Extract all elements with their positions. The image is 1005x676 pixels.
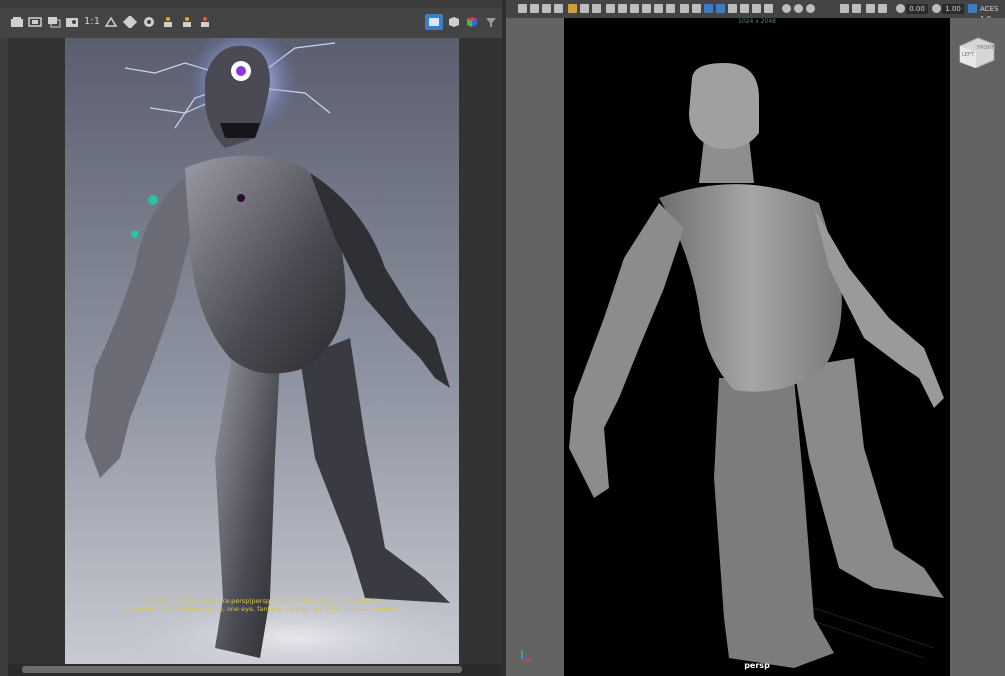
2d-pan-icon[interactable] bbox=[580, 4, 589, 13]
gate-mask-icon[interactable] bbox=[630, 4, 639, 13]
gamma-icon[interactable] bbox=[932, 4, 941, 13]
xray-icon[interactable] bbox=[782, 4, 791, 13]
filter-icon[interactable] bbox=[484, 16, 498, 28]
camera-icon[interactable] bbox=[518, 4, 527, 13]
hud-icon[interactable] bbox=[852, 4, 861, 13]
exposure-icon[interactable] bbox=[123, 16, 137, 28]
color-space-label[interactable]: ACES 1.0 bbox=[980, 4, 1005, 23]
color-management-icon[interactable] bbox=[968, 4, 977, 13]
ipr-stop-icon[interactable] bbox=[198, 16, 212, 28]
lighting-icon[interactable] bbox=[728, 4, 737, 13]
xray-joints-icon[interactable] bbox=[794, 4, 803, 13]
field-chart-icon[interactable] bbox=[642, 4, 651, 13]
render-info-line-2: controlnet: "A terrifying cyclop, one ey… bbox=[123, 605, 401, 613]
lock-camera-icon[interactable] bbox=[530, 4, 539, 13]
grease-pencil-icon[interactable] bbox=[568, 4, 577, 13]
3d-viewport[interactable] bbox=[564, 18, 950, 676]
render-info-line-1: 1024x2048 RGB (Camera:persp|perspShape),… bbox=[145, 597, 379, 605]
ratio-label[interactable]: 1:1 bbox=[84, 16, 100, 27]
render-icon[interactable] bbox=[142, 16, 156, 28]
frame-icon[interactable] bbox=[28, 16, 42, 28]
grid-icon[interactable] bbox=[606, 4, 615, 13]
channel-icon[interactable] bbox=[104, 16, 118, 28]
textured-icon[interactable] bbox=[716, 4, 725, 13]
resolution-gate-icon[interactable] bbox=[618, 4, 627, 13]
view-cube-left-label: LEFT bbox=[962, 52, 974, 58]
exposure-icon[interactable] bbox=[896, 4, 905, 13]
resolution-label: 1024 x 2048 bbox=[738, 18, 776, 25]
render-info-overlay: 1024x2048 RGB (Camera:persp|perspShape),… bbox=[65, 597, 459, 613]
bookmark-icon[interactable] bbox=[542, 4, 551, 13]
wireframe-icon[interactable] bbox=[680, 4, 689, 13]
ipr-icon[interactable] bbox=[161, 16, 175, 28]
gamma-field[interactable]: 1.00 bbox=[942, 4, 964, 14]
cube-icon[interactable] bbox=[447, 16, 461, 28]
viewport-gate-mask-left bbox=[506, 18, 564, 676]
color-cube-icon[interactable] bbox=[465, 16, 479, 28]
smooth-shade-icon[interactable] bbox=[692, 4, 701, 13]
image-plane-icon[interactable] bbox=[554, 4, 563, 13]
render-view-toolbar: 1:1 bbox=[0, 8, 502, 38]
view-cube-front-label: FRONT bbox=[977, 45, 995, 51]
safe-action-icon[interactable] bbox=[654, 4, 663, 13]
ssao-icon[interactable] bbox=[878, 4, 887, 13]
wireframe-on-shaded-icon[interactable] bbox=[704, 4, 713, 13]
safe-title-icon[interactable] bbox=[666, 4, 675, 13]
axis-gizmo-icon bbox=[518, 648, 534, 664]
region-icon[interactable] bbox=[47, 16, 61, 28]
exposure-field[interactable]: 0.00 bbox=[906, 4, 928, 14]
multisample-icon[interactable] bbox=[866, 4, 875, 13]
motion-blur-icon[interactable] bbox=[764, 4, 773, 13]
camera-name-label: persp bbox=[744, 661, 770, 670]
horizontal-scrollbar[interactable] bbox=[8, 664, 502, 676]
shadows-icon[interactable] bbox=[740, 4, 749, 13]
viewport-toolbar: 0.00 1.00 ACES 1.0 bbox=[506, 0, 1005, 23]
xray-components-icon[interactable] bbox=[806, 4, 815, 13]
scrollbar-thumb[interactable] bbox=[22, 666, 462, 673]
ambient-occlusion-icon[interactable] bbox=[752, 4, 761, 13]
view-cube[interactable]: FRONT LEFT bbox=[956, 34, 996, 69]
rendered-image bbox=[65, 38, 459, 664]
keep-image-icon[interactable] bbox=[65, 16, 79, 28]
ipr-refresh-icon[interactable] bbox=[180, 16, 194, 28]
viewport-gate-mask-right bbox=[950, 18, 1005, 676]
film-gate-icon[interactable] bbox=[592, 4, 601, 13]
isolate-select-icon[interactable] bbox=[840, 4, 849, 13]
snapshot-icon[interactable] bbox=[10, 16, 24, 28]
render-settings-icon[interactable] bbox=[425, 14, 443, 30]
